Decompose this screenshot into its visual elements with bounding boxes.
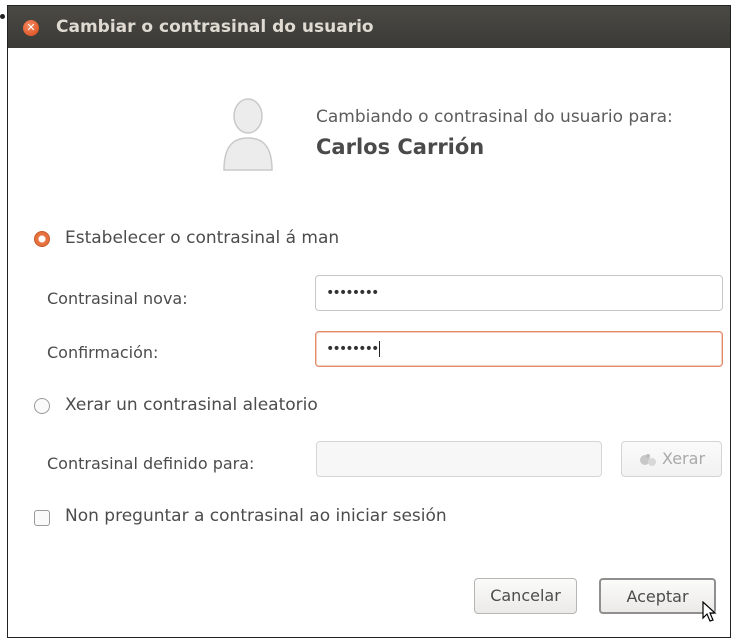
radio-manual-password[interactable]: [34, 231, 50, 247]
heading-text: Cambiando o contrasinal do usuario para:: [316, 107, 673, 127]
accept-button[interactable]: Aceptar: [599, 578, 716, 614]
text-caret: [379, 341, 381, 357]
generate-icon: [639, 453, 656, 466]
user-avatar-icon: [223, 98, 273, 171]
new-password-value: ••••••••: [326, 285, 379, 301]
generate-button[interactable]: Xerar: [621, 441, 722, 477]
defined-password-input[interactable]: [316, 441, 602, 477]
confirm-password-value: ••••••••: [326, 341, 379, 357]
close-icon[interactable]: ✕: [23, 20, 39, 36]
user-name: Carlos Carrión: [316, 135, 485, 159]
new-password-input[interactable]: ••••••••: [315, 275, 723, 311]
defined-password-label: Contrasinal definido para:: [47, 454, 255, 473]
generate-label: Xerar: [661, 449, 706, 468]
radio-manual-label[interactable]: Estabelecer o contrasinal á man: [65, 228, 339, 248]
confirm-password-input[interactable]: ••••••••: [315, 331, 723, 367]
cancel-button[interactable]: Cancelar: [474, 578, 577, 614]
dialog-title: Cambiar o contrasinal do usuario: [56, 17, 374, 37]
change-password-dialog: ✕ Cambiar o contrasinal do usuario Cambi…: [7, 5, 731, 638]
titlebar: ✕ Cambiar o contrasinal do usuario: [8, 6, 730, 48]
no-ask-checkbox[interactable]: [34, 510, 50, 526]
page-bullet: [0, 14, 5, 19]
new-password-label: Contrasinal nova:: [47, 289, 188, 308]
confirm-password-label: Confirmación:: [47, 343, 159, 362]
radio-random-label[interactable]: Xerar un contrasinal aleatorio: [65, 395, 318, 415]
no-ask-label[interactable]: Non preguntar a contrasinal ao iniciar s…: [65, 506, 447, 526]
radio-random-password[interactable]: [34, 398, 50, 414]
mouse-pointer-icon: [702, 601, 717, 622]
